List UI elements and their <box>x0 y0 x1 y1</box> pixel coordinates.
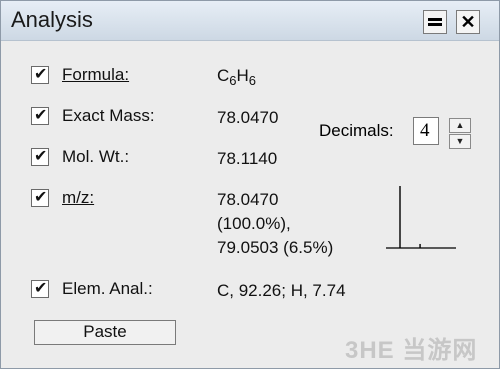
formula-h: H <box>236 66 249 85</box>
title-bar: Analysis ✕ <box>1 1 499 41</box>
mz-value: 78.0470 (100.0%), 79.0503 (6.5%) <box>217 188 333 260</box>
mol-wt-checkbox[interactable] <box>31 146 49 166</box>
exact-mass-value: 78.0470 <box>217 108 279 127</box>
mz-line-1: 78.0470 <box>217 190 279 209</box>
mz-line-3: 79.0503 (6.5%) <box>217 238 334 257</box>
decimals-up-button[interactable]: ▲ <box>449 118 471 133</box>
window-title: Analysis <box>11 7 93 32</box>
elem-anal-value: C, 92.26; H, 7.74 <box>217 281 346 300</box>
elem-anal-checkbox[interactable] <box>31 278 49 298</box>
decimals-input[interactable]: 4 <box>413 117 439 145</box>
mol-wt-label: Mol. Wt.: <box>62 147 130 166</box>
exact-mass-checkbox[interactable] <box>31 105 49 125</box>
formula-h-count: 6 <box>248 73 257 88</box>
paste-button[interactable]: Paste <box>34 320 176 345</box>
formula-label-text: Formula: <box>62 65 130 84</box>
decimals-down-button[interactable]: ▼ <box>449 134 471 149</box>
formula-c-count: 6 <box>229 73 237 88</box>
isotope-chart <box>386 186 456 249</box>
menu-icon <box>428 16 442 28</box>
formula-checkbox[interactable] <box>31 64 49 84</box>
formula-c: C <box>217 66 230 85</box>
arrow-down-icon: ▼ <box>455 136 465 146</box>
formula-label: Formula: <box>62 65 129 85</box>
mol-wt-value: 78.1140 <box>217 149 278 168</box>
menu-button[interactable] <box>423 10 447 34</box>
close-icon: ✕ <box>460 11 476 32</box>
formula-value: C6H6 <box>217 64 256 93</box>
decimals-label: Decimals: <box>319 121 394 140</box>
close-button[interactable]: ✕ <box>456 10 480 34</box>
analysis-window: Analysis ✕ Formula: C6H6 Exact Mass: 78.… <box>0 0 500 369</box>
mz-line-2: (100.0%), <box>217 214 291 233</box>
elem-anal-label: Elem. Anal.: <box>62 279 153 298</box>
exact-mass-label: Exact Mass: <box>62 106 155 125</box>
arrow-up-icon: ▲ <box>455 120 465 130</box>
watermark-logo: 3HE 当游网 <box>345 337 478 364</box>
mz-label: m/z: <box>62 188 95 207</box>
mz-checkbox[interactable] <box>31 187 49 207</box>
